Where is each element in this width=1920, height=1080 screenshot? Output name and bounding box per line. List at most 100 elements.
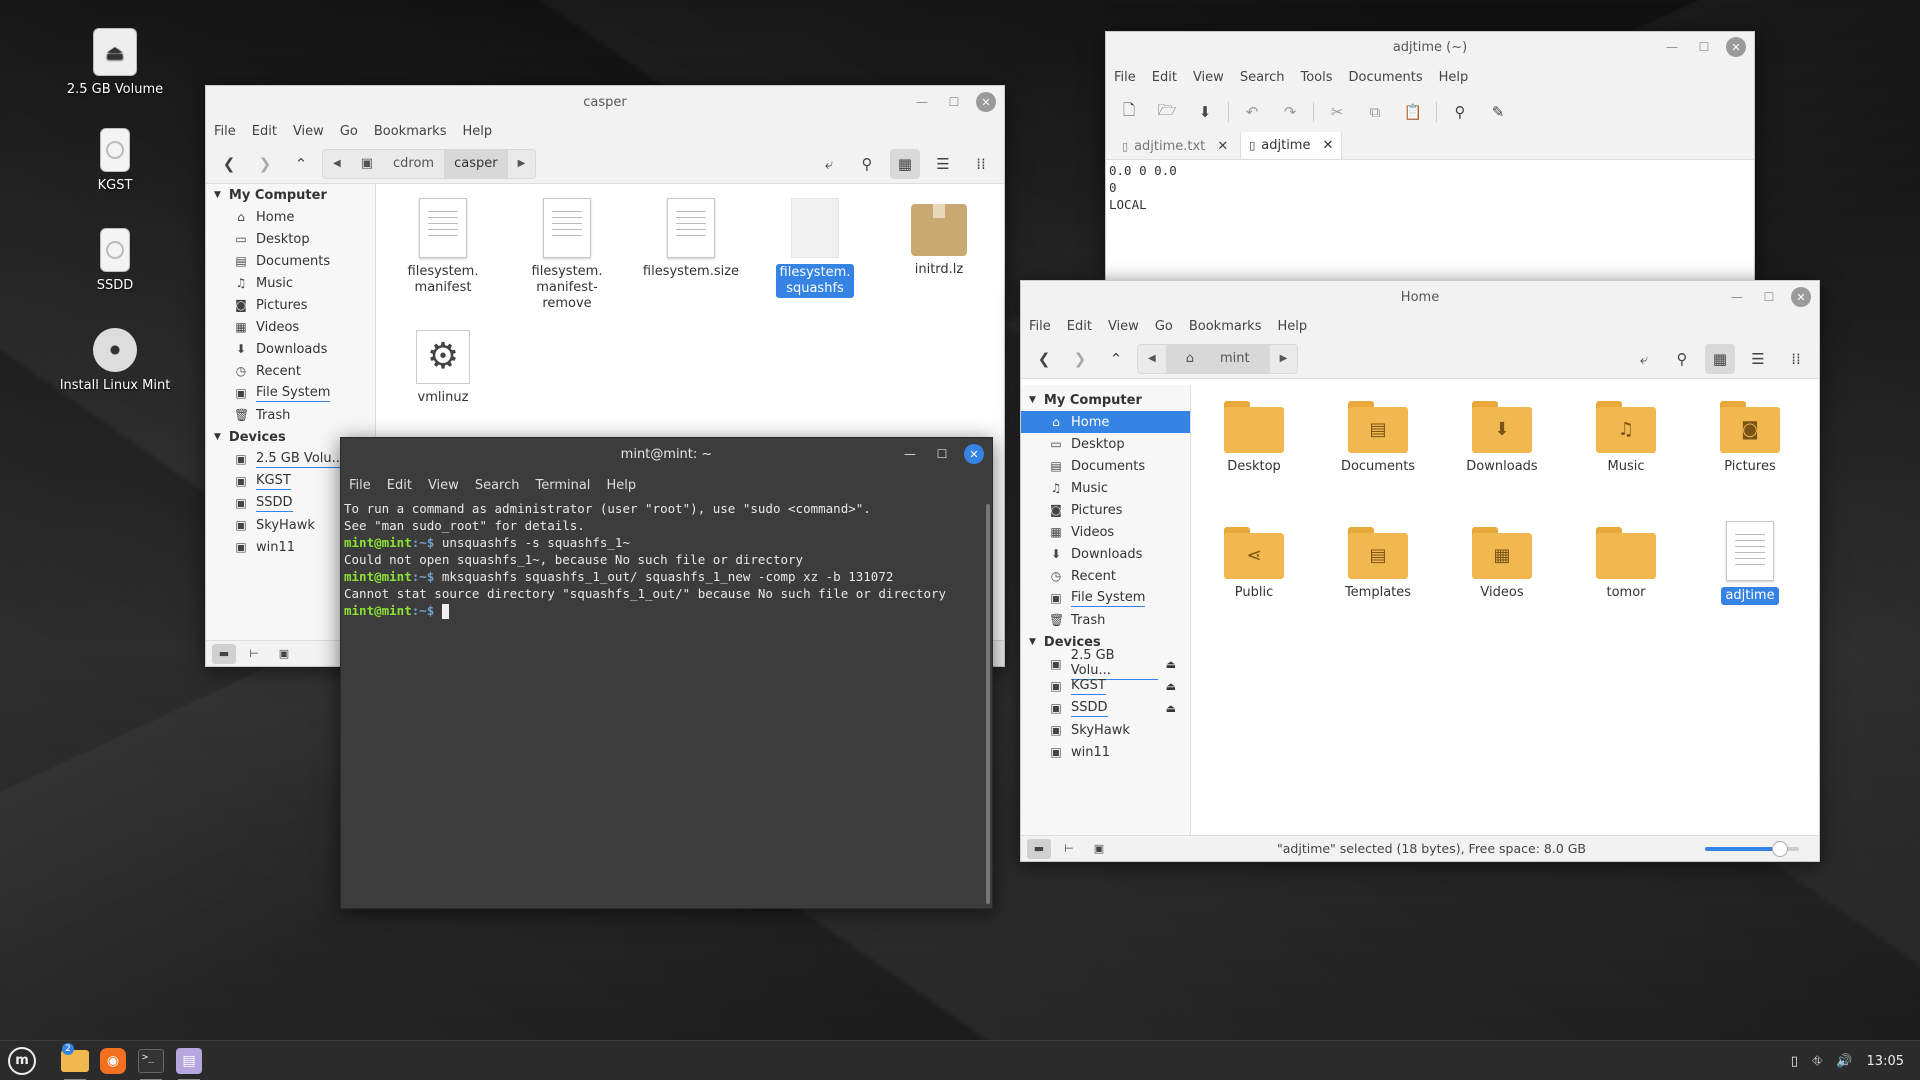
- section-my-computer[interactable]: ▼ My Computer: [206, 184, 375, 206]
- close-button[interactable]: ✕: [1791, 287, 1811, 307]
- eject-icon[interactable]: ⏏: [1166, 702, 1176, 715]
- folder-item[interactable]: Desktop: [1199, 401, 1309, 475]
- terminal-titlebar[interactable]: mint@mint: ~ — ☐ ✕: [341, 438, 992, 470]
- tab-adjtime-txt[interactable]: ▯ adjtime.txt ✕: [1114, 133, 1236, 159]
- sidebar-item-filesystem[interactable]: ▣ File System: [1021, 587, 1190, 609]
- editor-titlebar[interactable]: adjtime (~) — ☐ ✕: [1106, 32, 1754, 62]
- folder-item[interactable]: ▦ Videos: [1447, 527, 1557, 601]
- forward-icon[interactable]: ❯: [1065, 344, 1095, 374]
- menu-terminal[interactable]: Terminal: [535, 478, 590, 493]
- search-icon[interactable]: ⚲: [1445, 97, 1475, 127]
- menu-edit[interactable]: Edit: [1067, 319, 1092, 334]
- up-icon[interactable]: ⌃: [286, 149, 316, 179]
- sidebar-item-videos[interactable]: ▦ Videos: [1021, 521, 1190, 543]
- sidebar-item-desktop[interactable]: ▭ Desktop: [1021, 433, 1190, 455]
- undo-icon[interactable]: ↶: [1237, 97, 1267, 127]
- search-icon[interactable]: ⚲: [852, 149, 882, 179]
- menu-help[interactable]: Help: [462, 124, 492, 139]
- taskbar-terminal[interactable]: >_: [132, 1041, 170, 1080]
- compact-view-icon[interactable]: ⁞⁞: [966, 149, 996, 179]
- breadcrumb-right-icon[interactable]: ▶: [1270, 345, 1298, 373]
- menu-file[interactable]: File: [1114, 70, 1136, 85]
- folder-item[interactable]: ⬇ Downloads: [1447, 401, 1557, 475]
- path-toggle-icon[interactable]: ⤶: [1629, 344, 1659, 374]
- search-icon[interactable]: ⚲: [1667, 344, 1697, 374]
- sidebar-item-ssdd[interactable]: ▣ SSDD ⏏: [1021, 697, 1190, 719]
- sidebar-item-kgst[interactable]: ▣ KGST ⏏: [1021, 675, 1190, 697]
- sidebar-item-documents[interactable]: ▤ Documents: [206, 250, 375, 272]
- replace-icon[interactable]: ✎: [1483, 97, 1513, 127]
- sidebar-item-downloads[interactable]: ⬇ Downloads: [1021, 543, 1190, 565]
- sidebar-item-downloads[interactable]: ⬇ Downloads: [206, 338, 375, 360]
- maximize-button[interactable]: ☐: [1694, 37, 1714, 57]
- folder-item[interactable]: ▤ Documents: [1323, 401, 1433, 475]
- redo-icon[interactable]: ↷: [1275, 97, 1305, 127]
- sidebar-item-home[interactable]: ⌂ Home: [206, 206, 375, 228]
- maximize-button[interactable]: ☐: [1759, 287, 1779, 307]
- workspace-icon[interactable]: ▯: [1791, 1054, 1798, 1069]
- sidebar-item-videos[interactable]: ▦ Videos: [206, 316, 375, 338]
- desktop-icon-install[interactable]: Install Linux Mint: [40, 328, 190, 393]
- sidebar-item-documents[interactable]: ▤ Documents: [1021, 455, 1190, 477]
- menu-search[interactable]: Search: [475, 478, 520, 493]
- folder-item[interactable]: ♫ Music: [1571, 401, 1681, 475]
- minimize-button[interactable]: —: [912, 92, 932, 112]
- menu-tools[interactable]: Tools: [1300, 70, 1332, 85]
- cut-icon[interactable]: ✂: [1322, 97, 1352, 127]
- copy-icon[interactable]: ⧉: [1360, 97, 1390, 127]
- menu-view[interactable]: View: [1108, 319, 1139, 334]
- editor-text-area[interactable]: 0.0 0 0.0 0 LOCAL: [1106, 160, 1754, 215]
- eject-icon[interactable]: ⏏: [1166, 680, 1176, 693]
- menu-button[interactable]: m: [0, 1041, 44, 1080]
- menu-edit[interactable]: Edit: [387, 478, 412, 493]
- breadcrumb-mint[interactable]: ⌂ mint: [1165, 344, 1270, 373]
- sidebar-toggle-icon[interactable]: ▣: [272, 644, 296, 664]
- menu-file[interactable]: File: [1029, 319, 1051, 334]
- file-item[interactable]: filesystem.size: [636, 198, 746, 280]
- home-titlebar[interactable]: Home — ☐ ✕: [1021, 281, 1819, 313]
- volume-icon[interactable]: 🔊: [1836, 1054, 1852, 1069]
- menu-edit[interactable]: Edit: [252, 124, 277, 139]
- minimize-button[interactable]: —: [1662, 37, 1682, 57]
- desktop-icon-volume[interactable]: ⏏ 2.5 GB Volume: [40, 28, 190, 97]
- network-icon[interactable]: ⛗: [1812, 1054, 1822, 1069]
- sidebar-item-win11[interactable]: ▣ win11: [1021, 741, 1190, 763]
- sidebar-item-trash[interactable]: 🗑 Trash: [1021, 609, 1190, 631]
- desktop-icon-ssdd[interactable]: SSDD: [40, 228, 190, 293]
- folder-item[interactable]: tomor: [1571, 527, 1681, 601]
- places-toggle-icon[interactable]: ▬: [1027, 838, 1051, 859]
- paste-icon[interactable]: 📋: [1398, 97, 1428, 127]
- back-icon[interactable]: ❮: [1029, 344, 1059, 374]
- sidebar-item-music[interactable]: ♫ Music: [206, 272, 375, 294]
- close-tab-icon[interactable]: ✕: [1217, 139, 1228, 154]
- folder-item[interactable]: ⋖ Public: [1199, 527, 1309, 601]
- sidebar-item-skyhawk[interactable]: ▣ SkyHawk: [1021, 719, 1190, 741]
- desktop-icon-kgst[interactable]: KGST: [40, 128, 190, 193]
- maximize-button[interactable]: ☐: [932, 444, 952, 464]
- list-view-icon[interactable]: ☰: [928, 149, 958, 179]
- menu-view[interactable]: View: [1193, 70, 1224, 85]
- sidebar-item-volume[interactable]: ▣ 2.5 GB Volu... ⏏: [1021, 648, 1190, 680]
- back-icon[interactable]: ❮: [214, 149, 244, 179]
- sidebar-item-music[interactable]: ♫ Music: [1021, 477, 1190, 499]
- breadcrumb-casper[interactable]: casper: [444, 149, 508, 178]
- close-button[interactable]: ✕: [964, 444, 984, 464]
- menu-bookmarks[interactable]: Bookmarks: [374, 124, 447, 139]
- menu-documents[interactable]: Documents: [1349, 70, 1423, 85]
- list-view-icon[interactable]: ☰: [1743, 344, 1773, 374]
- eject-icon[interactable]: ⏏: [1166, 658, 1176, 671]
- sidebar-item-desktop[interactable]: ▭ Desktop: [206, 228, 375, 250]
- menu-search[interactable]: Search: [1240, 70, 1285, 85]
- terminal-output[interactable]: To run a command as administrator (user …: [341, 500, 984, 908]
- new-document-icon[interactable]: 🗋: [1114, 97, 1144, 127]
- path-toggle-icon[interactable]: ⤶: [814, 149, 844, 179]
- menu-bookmarks[interactable]: Bookmarks: [1189, 319, 1262, 334]
- open-folder-icon[interactable]: 🗁: [1152, 97, 1182, 127]
- file-item-selected[interactable]: filesystem. squashfs: [760, 198, 870, 298]
- taskbar-text-editor[interactable]: ▤: [170, 1041, 208, 1080]
- drive-root-icon[interactable]: ▣: [351, 150, 383, 178]
- save-icon[interactable]: ⬇: [1190, 97, 1220, 127]
- file-item[interactable]: initrd.lz: [884, 198, 994, 278]
- icon-view-icon[interactable]: ▦: [890, 148, 920, 179]
- sidebar-item-filesystem[interactable]: ▣ File System: [206, 382, 375, 404]
